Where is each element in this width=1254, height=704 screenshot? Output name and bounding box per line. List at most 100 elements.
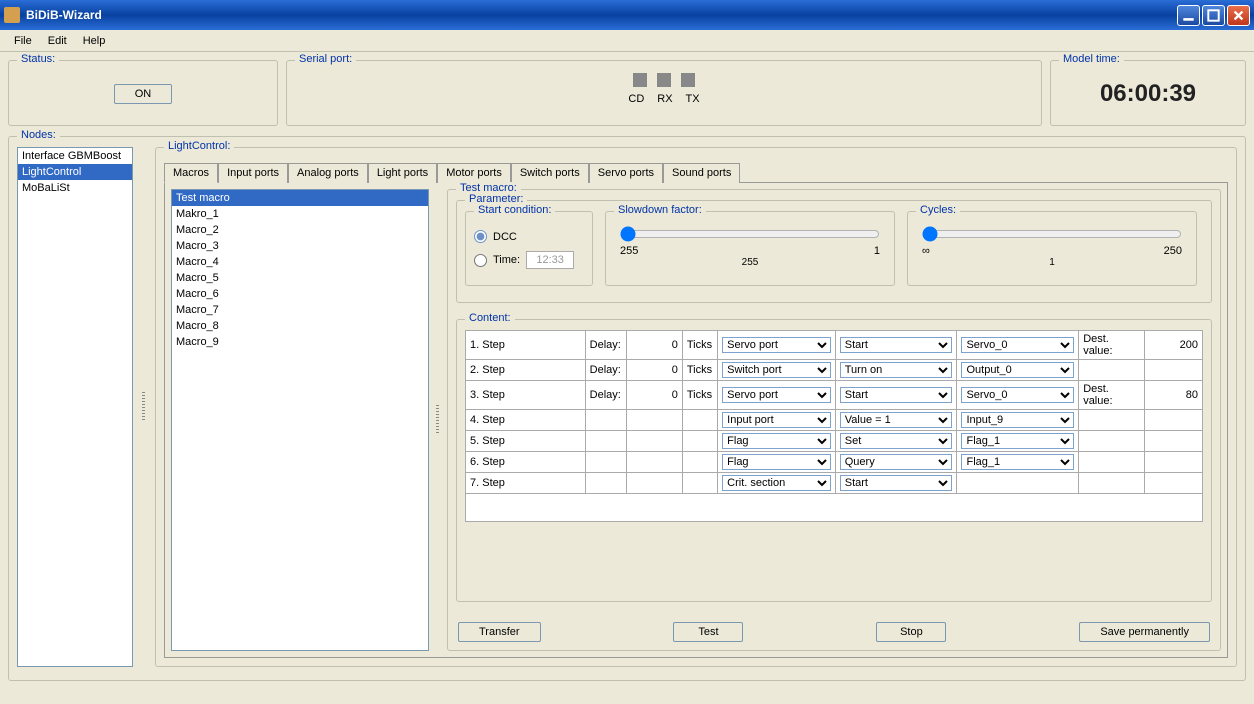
dest-input[interactable] [1149,389,1198,401]
time-radio[interactable] [474,254,487,267]
tab-servo-ports[interactable]: Servo ports [589,163,663,183]
menu-file[interactable]: File [6,33,40,49]
port-select[interactable]: Flag [722,454,831,470]
nodes-listbox[interactable]: Interface GBMBoostLightControlMoBaLiSt [17,147,133,667]
delay-value[interactable] [627,360,683,381]
port-cell[interactable]: Servo port [718,331,836,360]
action-cell[interactable]: Set [835,431,957,452]
port-select[interactable]: Servo port [722,387,831,403]
tab-light-ports[interactable]: Light ports [368,163,437,183]
action-cell[interactable]: Value = 1 [835,410,957,431]
macro-listbox[interactable]: Test macroMakro_1Macro_2Macro_3Macro_4Ma… [171,189,429,651]
dest-value[interactable] [1145,381,1203,410]
macro-item[interactable]: Macro_9 [172,334,428,350]
dest-value[interactable] [1145,431,1203,452]
macro-splitter[interactable] [435,189,441,651]
target-cell[interactable]: Servo_0 [957,381,1079,410]
target-select[interactable]: Flag_1 [961,433,1074,449]
delay-input[interactable] [631,339,678,351]
target-cell[interactable]: Output_0 [957,360,1079,381]
minimize-button[interactable] [1177,5,1200,26]
action-select[interactable]: Start [840,475,953,491]
port-cell[interactable]: Servo port [718,381,836,410]
port-select[interactable]: Servo port [722,337,831,353]
macro-item[interactable]: Macro_4 [172,254,428,270]
dest-value[interactable] [1145,360,1203,381]
nodes-item[interactable]: LightControl [18,164,132,180]
target-cell[interactable]: Input_9 [957,410,1079,431]
port-cell[interactable]: Crit. section [718,473,836,494]
action-select[interactable]: Value = 1 [840,412,953,428]
port-select[interactable]: Flag [722,433,831,449]
delay-value[interactable] [627,473,683,494]
action-select[interactable]: Turn on [840,362,953,378]
port-cell[interactable]: Switch port [718,360,836,381]
target-select[interactable]: Output_0 [961,362,1074,378]
target-select[interactable]: Flag_1 [961,454,1074,470]
action-select[interactable]: Start [840,337,953,353]
macro-item[interactable]: Macro_8 [172,318,428,334]
save-button[interactable]: Save permanently [1079,622,1210,642]
tab-macros[interactable]: Macros [164,163,218,183]
close-button[interactable] [1227,5,1250,26]
action-cell[interactable]: Start [835,331,957,360]
target-select[interactable]: Servo_0 [961,337,1074,353]
tab-sound-ports[interactable]: Sound ports [663,163,740,183]
menu-edit[interactable]: Edit [40,33,75,49]
port-select[interactable]: Switch port [722,362,831,378]
delay-value[interactable] [627,331,683,360]
dest-value[interactable] [1145,473,1203,494]
menu-help[interactable]: Help [75,33,114,49]
delay-value[interactable] [627,410,683,431]
time-input[interactable] [526,251,574,269]
port-cell[interactable]: Input port [718,410,836,431]
dcc-radio[interactable] [474,230,487,243]
delay-input[interactable] [631,364,678,376]
dest-value[interactable] [1145,452,1203,473]
macro-item[interactable]: Macro_7 [172,302,428,318]
tab-analog-ports[interactable]: Analog ports [288,163,368,183]
maximize-button[interactable] [1202,5,1225,26]
action-cell[interactable]: Start [835,473,957,494]
transfer-button[interactable]: Transfer [458,622,541,642]
action-cell[interactable]: Turn on [835,360,957,381]
stop-button[interactable]: Stop [876,622,946,642]
macro-item[interactable]: Macro_6 [172,286,428,302]
delay-value[interactable] [627,431,683,452]
status-button[interactable]: ON [114,84,173,104]
nodes-item[interactable]: Interface GBMBoost [18,148,132,164]
target-cell[interactable] [957,473,1079,494]
slowdown-slider[interactable] [620,226,880,242]
port-cell[interactable]: Flag [718,452,836,473]
action-cell[interactable]: Query [835,452,957,473]
tab-motor-ports[interactable]: Motor ports [437,163,511,183]
tab-input-ports[interactable]: Input ports [218,163,288,183]
test-button[interactable]: Test [673,622,743,642]
action-select[interactable]: Set [840,433,953,449]
target-select[interactable]: Input_9 [961,412,1074,428]
macro-item[interactable]: Macro_5 [172,270,428,286]
delay-input[interactable] [631,389,678,401]
port-select[interactable]: Input port [722,412,831,428]
port-select[interactable]: Crit. section [722,475,831,491]
port-cell[interactable]: Flag [718,431,836,452]
splitter[interactable] [141,147,147,667]
action-select[interactable]: Query [840,454,953,470]
delay-value[interactable] [627,381,683,410]
macro-item[interactable]: Macro_3 [172,238,428,254]
action-cell[interactable]: Start [835,381,957,410]
macro-item[interactable]: Macro_2 [172,222,428,238]
macro-item[interactable]: Makro_1 [172,206,428,222]
nodes-item[interactable]: MoBaLiSt [18,180,132,196]
dest-value[interactable] [1145,331,1203,360]
macro-item[interactable]: Test macro [172,190,428,206]
cycles-slider[interactable] [922,226,1182,242]
target-select[interactable]: Servo_0 [961,387,1074,403]
delay-value[interactable] [627,452,683,473]
tab-switch-ports[interactable]: Switch ports [511,163,589,183]
target-cell[interactable]: Flag_1 [957,431,1079,452]
target-cell[interactable]: Flag_1 [957,452,1079,473]
dest-input[interactable] [1149,339,1198,351]
dest-value[interactable] [1145,410,1203,431]
target-cell[interactable]: Servo_0 [957,331,1079,360]
